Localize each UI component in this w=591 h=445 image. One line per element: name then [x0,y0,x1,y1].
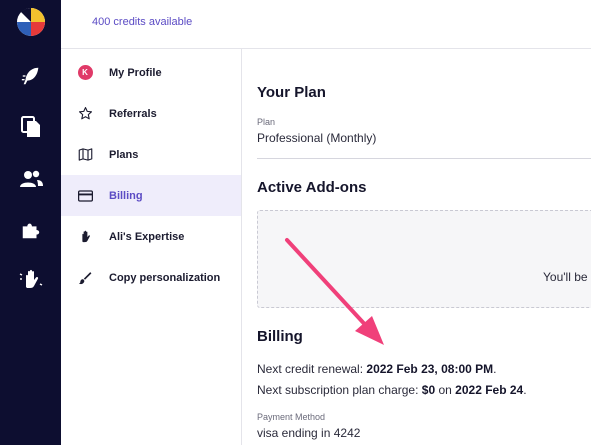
sidebar-item-label: My Profile [109,66,162,79]
sidebar-item-label: Referrals [109,107,157,120]
sidebar-item-referrals[interactable]: Referrals [61,93,241,134]
plan-label: Plan [257,117,276,127]
credit-renewal-text: Next credit renewal: 2022 Feb 23, 08:00 … [257,362,496,376]
settings-sidebar: K My Profile Referrals Plans Billing Ali… [61,49,242,445]
star-icon [61,106,109,121]
feather-icon[interactable] [0,56,61,96]
puzzle-icon[interactable] [0,210,61,250]
avatar: K [61,65,109,80]
plan-charge-on: on [438,383,452,397]
payment-method-value: visa ending in 4242 [257,426,361,440]
addons-empty-box: You'll be [257,210,591,308]
section-divider [257,158,591,159]
sidebar-item-plans[interactable]: Plans [61,134,241,175]
payment-method-label: Payment Method [257,412,326,422]
plan-charge-period: . [523,383,527,397]
credit-renewal-period: . [493,362,497,376]
plan-charge-date: 2022 Feb 24 [455,383,524,397]
plan-value: Professional (Monthly) [257,131,377,145]
billing-heading: Billing [257,328,303,345]
sidebar-item-label: Ali's Expertise [109,230,185,243]
map-icon [61,147,109,162]
top-bar: 400 credits available [61,0,591,49]
plan-charge-label: Next subscription plan charge: [257,383,419,397]
sidebar-item-expertise[interactable]: Ali's Expertise [61,216,241,257]
credit-renewal-date: 2022 Feb 23, 08:00 PM [366,362,494,376]
avatar-letter: K [77,65,93,80]
plan-charge-text: Next subscription plan charge: $0 on 202… [257,383,527,397]
plan-charge-amount: $0 [421,383,436,397]
sidebar-item-label: Billing [109,189,143,202]
hand-icon[interactable] [0,259,61,299]
sidebar-item-my-profile[interactable]: K My Profile [61,52,241,93]
addons-empty-message: You'll be [543,270,588,284]
documents-icon[interactable] [0,107,61,147]
billing-main-content: Your Plan Plan Professional (Monthly) Ac… [242,49,591,445]
icon-rail [0,0,61,445]
app-logo-icon[interactable] [0,2,61,42]
users-icon[interactable] [0,159,61,199]
your-plan-heading: Your Plan [257,84,326,101]
active-addons-heading: Active Add-ons [257,179,367,196]
credit-renewal-label: Next credit renewal: [257,362,364,376]
brush-icon [61,271,109,285]
sidebar-item-billing[interactable]: Billing [61,175,241,216]
sidebar-item-label: Plans [109,148,139,161]
hand-icon [61,229,109,244]
credits-available-link[interactable]: 400 credits available [92,16,192,28]
sidebar-item-copy-personalization[interactable]: Copy personalization [61,257,241,298]
credit-card-icon [61,189,109,202]
sidebar-item-label: Copy personalization [109,271,221,284]
